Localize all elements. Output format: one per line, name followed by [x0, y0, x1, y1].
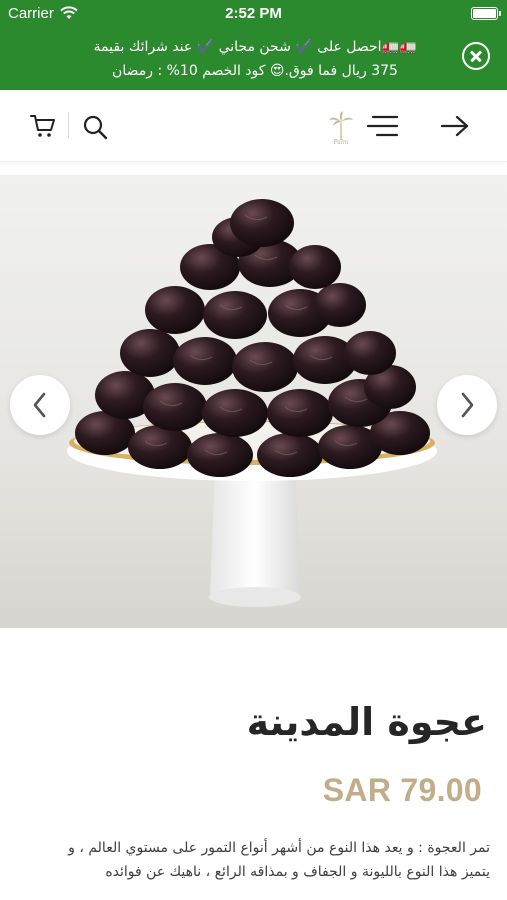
carousel-prev-button[interactable]	[10, 375, 70, 435]
product-description: تمر العجوة : و يعد هذا النوع من أشهر أنو…	[20, 836, 490, 884]
back-arrow-icon[interactable]	[440, 113, 470, 139]
close-circle-icon[interactable]	[462, 42, 490, 70]
status-bar: Carrier 2:52 PM	[0, 0, 507, 28]
battery-icon	[471, 7, 501, 20]
header-divider	[68, 112, 69, 138]
clock: 2:52 PM	[225, 5, 282, 22]
promo-banner: 🚛🚛احصل على ✔️ شحن مجاني ✔️ عند شرائك بقي…	[0, 28, 507, 90]
app-header: Palm	[0, 90, 507, 162]
product-title: عجوة المدينة	[246, 700, 487, 744]
product-image-carousel[interactable]	[0, 175, 507, 628]
description-line-1: تمر العجوة : و يعد هذا النوع من أشهر أنو…	[68, 840, 490, 856]
logo-icon[interactable]	[326, 110, 356, 142]
search-icon[interactable]	[82, 114, 108, 140]
promo-line-2: 375 ريال فما فوق.😍 كود الخصم 10% : رمضان	[112, 63, 398, 79]
promo-line-1: 🚛🚛احصل على ✔️ شحن مجاني ✔️ عند شرائك بقي…	[93, 39, 417, 55]
description-line-2: يتميز هذا النوع بالليونة و الجفاف و بمذا…	[105, 864, 490, 880]
product-image	[0, 175, 507, 628]
logo-text: Palm	[333, 139, 349, 146]
chevron-left-icon	[33, 392, 46, 418]
carousel-next-button[interactable]	[437, 375, 497, 435]
chevron-right-icon	[461, 392, 474, 418]
product-price: SAR 79.00	[322, 772, 482, 808]
promo-text: 🚛🚛احصل على ✔️ شحن مجاني ✔️ عند شرائك بقي…	[55, 35, 455, 83]
menu-icon[interactable]	[367, 114, 399, 138]
cart-icon[interactable]	[30, 113, 56, 139]
